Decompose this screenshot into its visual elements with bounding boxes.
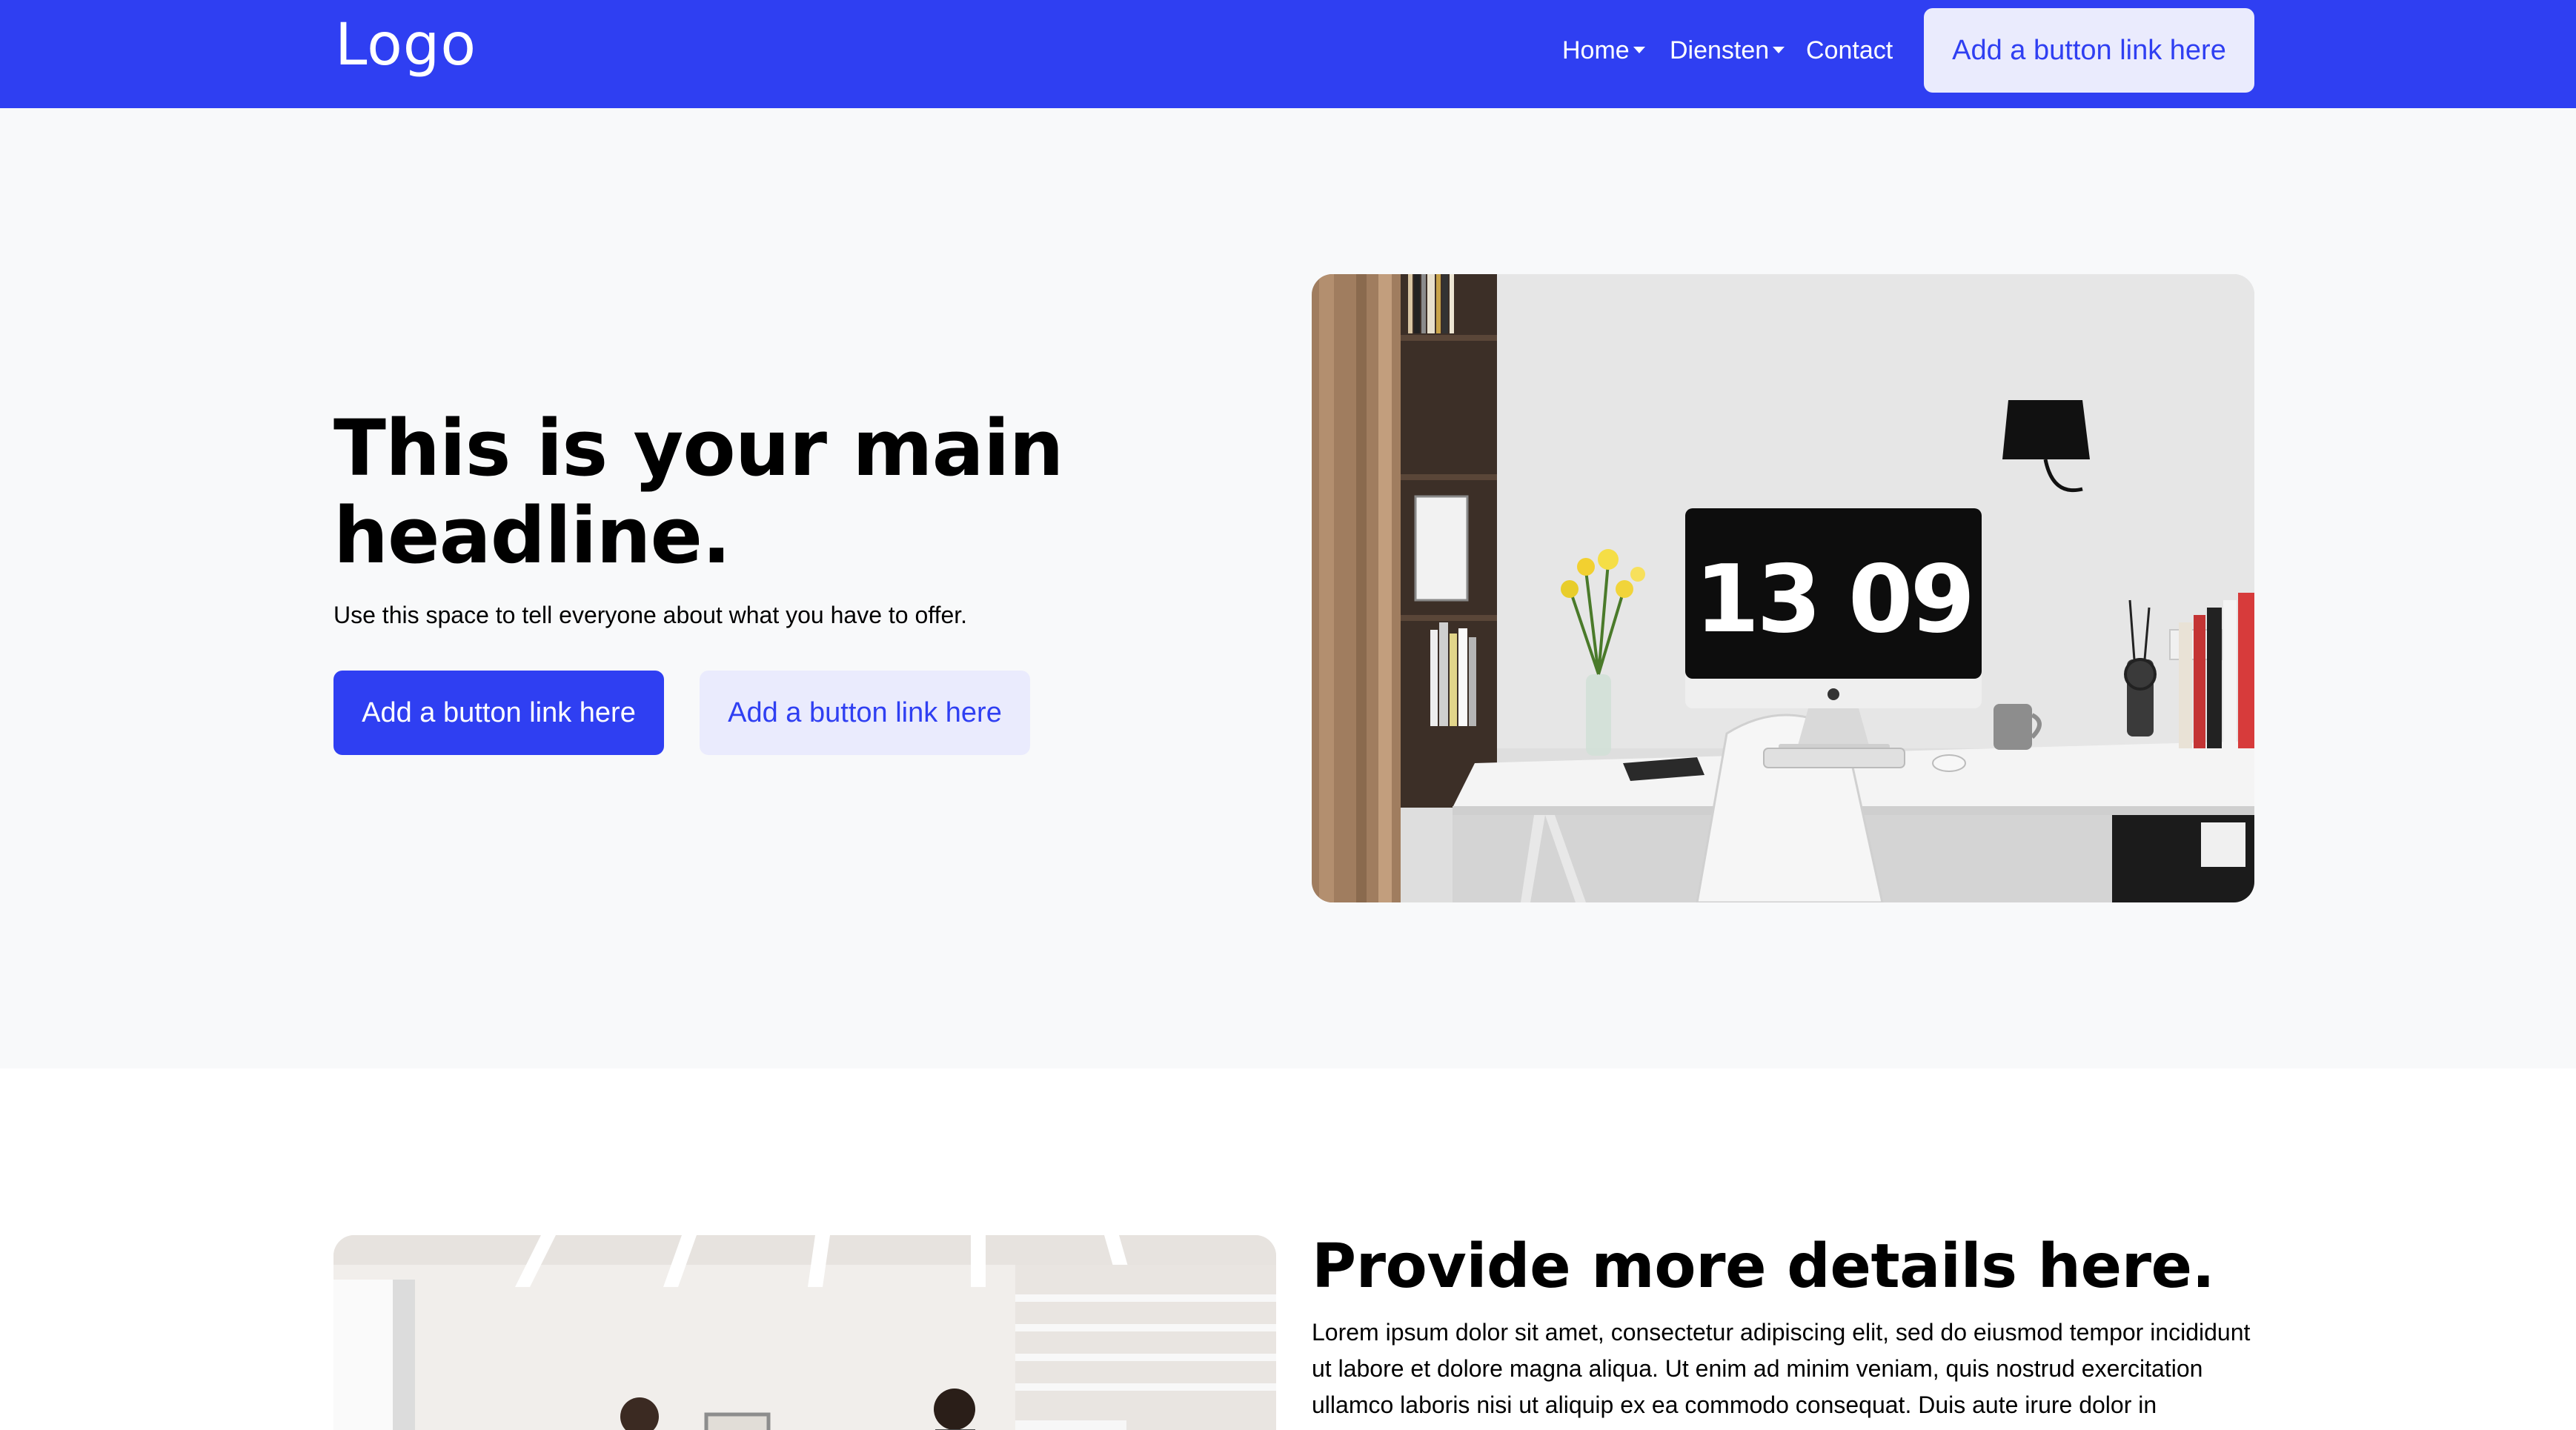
nav-item-diensten[interactable]: Diensten (1670, 36, 1785, 65)
nav-item-home-label: Home (1562, 36, 1630, 64)
details-headline: Provide more details here. (1312, 1231, 2215, 1302)
hero-subtitle: Use this space to tell everyone about wh… (333, 602, 968, 628)
desk-workspace-photo: 13 09 (1312, 274, 2254, 902)
hero-primary-button[interactable]: Add a button link here (333, 671, 664, 755)
chevron-down-icon (1773, 46, 1785, 53)
nav-item-contact[interactable]: Contact (1806, 36, 1893, 65)
nav-item-contact-label: Contact (1806, 36, 1893, 64)
office-people-photo (333, 1235, 1276, 1430)
details-body-text: Lorem ipsum dolor sit amet, consectetur … (1312, 1319, 2251, 1418)
hero-section: This is your main headline. Use this spa… (0, 108, 2576, 1068)
clock-display: 13 09 (1695, 545, 1973, 654)
navbar: Logo Home Diensten Contact Add a button … (0, 0, 2576, 108)
chevron-down-icon (1633, 46, 1645, 53)
nav-item-home[interactable]: Home (1562, 36, 1645, 65)
hero-headline: This is your main headline. (333, 403, 1064, 581)
details-image (333, 1235, 1276, 1430)
hero-secondary-button[interactable]: Add a button link here (700, 671, 1030, 755)
nav-cta-button[interactable]: Add a button link here (1924, 8, 2254, 93)
apple-logo-icon (1828, 688, 1839, 700)
nav-item-diensten-label: Diensten (1670, 36, 1770, 64)
hero-image: 13 09 (1312, 274, 2254, 902)
logo[interactable]: Logo (335, 16, 477, 74)
